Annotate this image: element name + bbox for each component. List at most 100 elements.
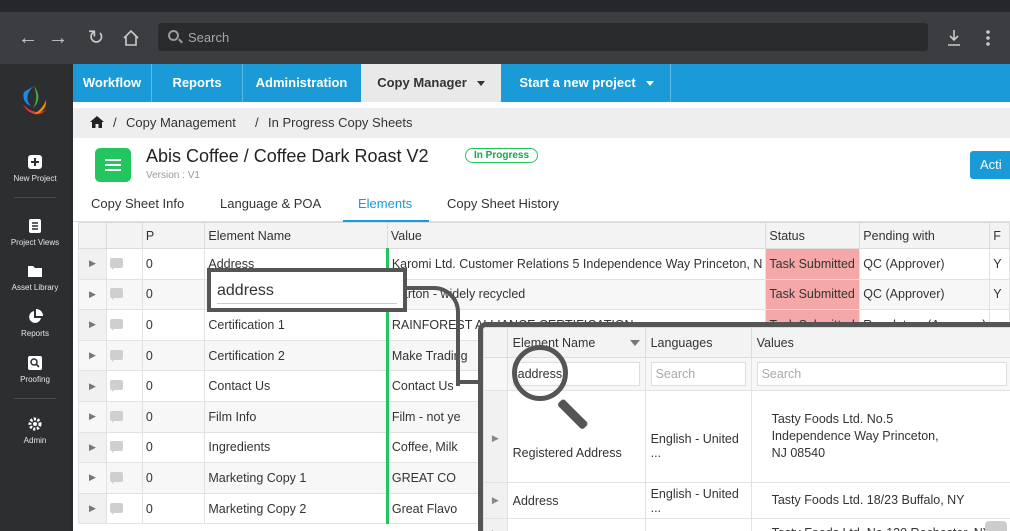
sidebar-item-project-views[interactable]: Project Views [0, 218, 70, 247]
p-cell: 0 [141, 278, 206, 311]
value-cell: Karomi Ltd. Customer Relations 5 Indepen… [385, 248, 767, 280]
search-input[interactable] [188, 23, 888, 51]
actions-button[interactable]: Acti [970, 151, 1010, 179]
breadcrumb-copy-management[interactable]: Copy Management [126, 115, 236, 130]
home-icon[interactable] [117, 24, 145, 52]
sidebar-item-label: Admin [23, 436, 47, 445]
p-cell: 0 [141, 248, 206, 280]
sidebar-item-admin[interactable]: Admin [0, 416, 70, 445]
sidebar-item-reports[interactable]: Reports [0, 309, 70, 338]
sidebar-item-asset-library[interactable]: Asset Library [0, 263, 70, 292]
column-header-element-name[interactable]: Element Name [204, 222, 388, 249]
sidebar-item-label: Proofing [20, 375, 50, 384]
left-sidebar: New Project Project Views Asset Library … [0, 64, 70, 531]
nav-separator [670, 64, 671, 102]
table-header-row: P Element Name Value Status Pending with… [78, 222, 1010, 249]
comment-icon[interactable] [105, 309, 143, 341]
comment-icon[interactable] [105, 339, 143, 372]
comment-icon[interactable] [105, 248, 143, 280]
table-header-row: Element Name Languages Values [483, 327, 1010, 358]
value-line: Tasty Foods Ltd. No.5 [771, 412, 894, 426]
proofing-icon [28, 356, 42, 370]
nav-administration[interactable]: Administration [243, 64, 360, 102]
breadcrumb-in-progress[interactable]: In Progress Copy Sheets [268, 115, 413, 130]
column-header-f[interactable]: F [989, 222, 1010, 249]
values-filter-input[interactable] [756, 362, 1007, 386]
address-bar[interactable] [158, 23, 928, 51]
column-header-status[interactable]: Status [765, 222, 861, 249]
element-name-cell: Address [506, 482, 646, 519]
filter-cell-languages [644, 357, 752, 391]
chevron-right-icon[interactable]: ▶ [483, 518, 508, 531]
tab-copy-sheet-info[interactable]: Copy Sheet Info [91, 196, 184, 211]
home-icon[interactable] [89, 115, 105, 129]
breadcrumb-separator: / [113, 115, 117, 130]
nav-start-project[interactable]: Start a new project [503, 64, 670, 102]
page-title: Abis Coffee / Coffee Dark Roast V2 [146, 146, 429, 166]
column-header-values[interactable]: Values [750, 327, 1010, 358]
chevron-right-icon[interactable]: ▶ [78, 431, 107, 464]
column-header-p[interactable]: P [141, 222, 206, 249]
sidebar-item-proofing[interactable]: Proofing [0, 355, 70, 384]
table-row[interactable]: ▶ Address English - United ... Tasty Foo… [483, 482, 1010, 519]
sidebar-item-new-project[interactable]: New Project [0, 154, 70, 183]
version-label: Version : V1 [146, 170, 200, 181]
nav-workflow[interactable]: Workflow [73, 64, 151, 102]
chevron-right-icon[interactable]: ▶ [78, 339, 107, 372]
more-vertical-icon[interactable] [974, 24, 1002, 52]
column-header-languages[interactable]: Languages [644, 327, 752, 358]
nav-reports[interactable]: Reports [152, 64, 242, 102]
element-name-cell: Certification 1 [204, 309, 388, 341]
sidebar-item-label: New Project [13, 174, 57, 183]
tab-language-poa[interactable]: Language & POA [220, 196, 321, 211]
reload-icon[interactable]: ↻ [82, 24, 110, 52]
p-cell: 0 [141, 492, 206, 525]
column-header-value[interactable]: Value [386, 222, 767, 249]
tab-copy-sheet-history[interactable]: Copy Sheet History [447, 196, 559, 211]
comment-icon[interactable] [105, 492, 143, 525]
pending-with-cell: QC (Approver) [859, 278, 991, 311]
back-arrow-icon[interactable]: ← [14, 24, 42, 52]
forward-arrow-icon[interactable]: → [44, 24, 72, 52]
tab-elements[interactable]: Elements [358, 196, 412, 211]
value-cell: Tasty Foods Ltd. No.120 Rochester, NY [750, 518, 1010, 531]
comment-icon[interactable] [105, 462, 143, 494]
callout-connector [405, 286, 460, 386]
filter-icon[interactable] [629, 339, 640, 346]
p-cell: 0 [141, 339, 206, 372]
status-badge: In Progress [465, 148, 539, 163]
chevron-right-icon[interactable]: ▶ [78, 370, 107, 402]
comment-icon[interactable] [105, 370, 143, 402]
languages-filter-input[interactable] [650, 362, 746, 386]
plus-icon [28, 155, 42, 169]
comment-icon[interactable] [105, 431, 143, 464]
app-logo [23, 86, 47, 115]
status-cell: Task Submitted [765, 248, 861, 280]
language-cell: English - United ... [644, 482, 752, 519]
chevron-down-icon [476, 81, 485, 87]
element-name-cell: Marketing Copy 2 [204, 492, 388, 525]
element-name-cell: Marketing Copy 1 [204, 462, 388, 494]
scroll-indicator[interactable] [985, 521, 1007, 531]
chevron-right-icon[interactable]: ▶ [78, 248, 107, 280]
magnifier-icon [512, 345, 568, 401]
column-header-pending-with[interactable]: Pending with [859, 222, 991, 249]
chevron-right-icon[interactable]: ▶ [483, 482, 508, 519]
chevron-right-icon[interactable]: ▶ [78, 278, 107, 311]
element-name-cell: Certification 2 [204, 339, 388, 372]
chevron-right-icon[interactable]: ▶ [78, 462, 107, 494]
pending-with-cell: QC (Approver) [859, 248, 991, 280]
chevron-right-icon[interactable]: ▶ [78, 309, 107, 341]
comment-icon[interactable] [105, 278, 143, 311]
comment-icon[interactable] [105, 400, 143, 433]
table-row[interactable]: ▶ Tasty Foods Ltd. No.120 Rochester, NY [483, 518, 1010, 531]
value-line: NJ 08540 [771, 446, 826, 460]
nav-copy-manager[interactable]: Copy Manager [361, 64, 501, 102]
download-icon[interactable] [940, 24, 968, 52]
sidebar-item-label: Asset Library [11, 283, 59, 292]
chevron-right-icon[interactable]: ▶ [78, 400, 107, 433]
chevron-right-icon[interactable]: ▶ [78, 492, 107, 525]
list-icon [29, 219, 41, 233]
element-name-filter-input[interactable] [217, 278, 397, 304]
chevron-right-icon[interactable]: ▶ [483, 390, 508, 483]
